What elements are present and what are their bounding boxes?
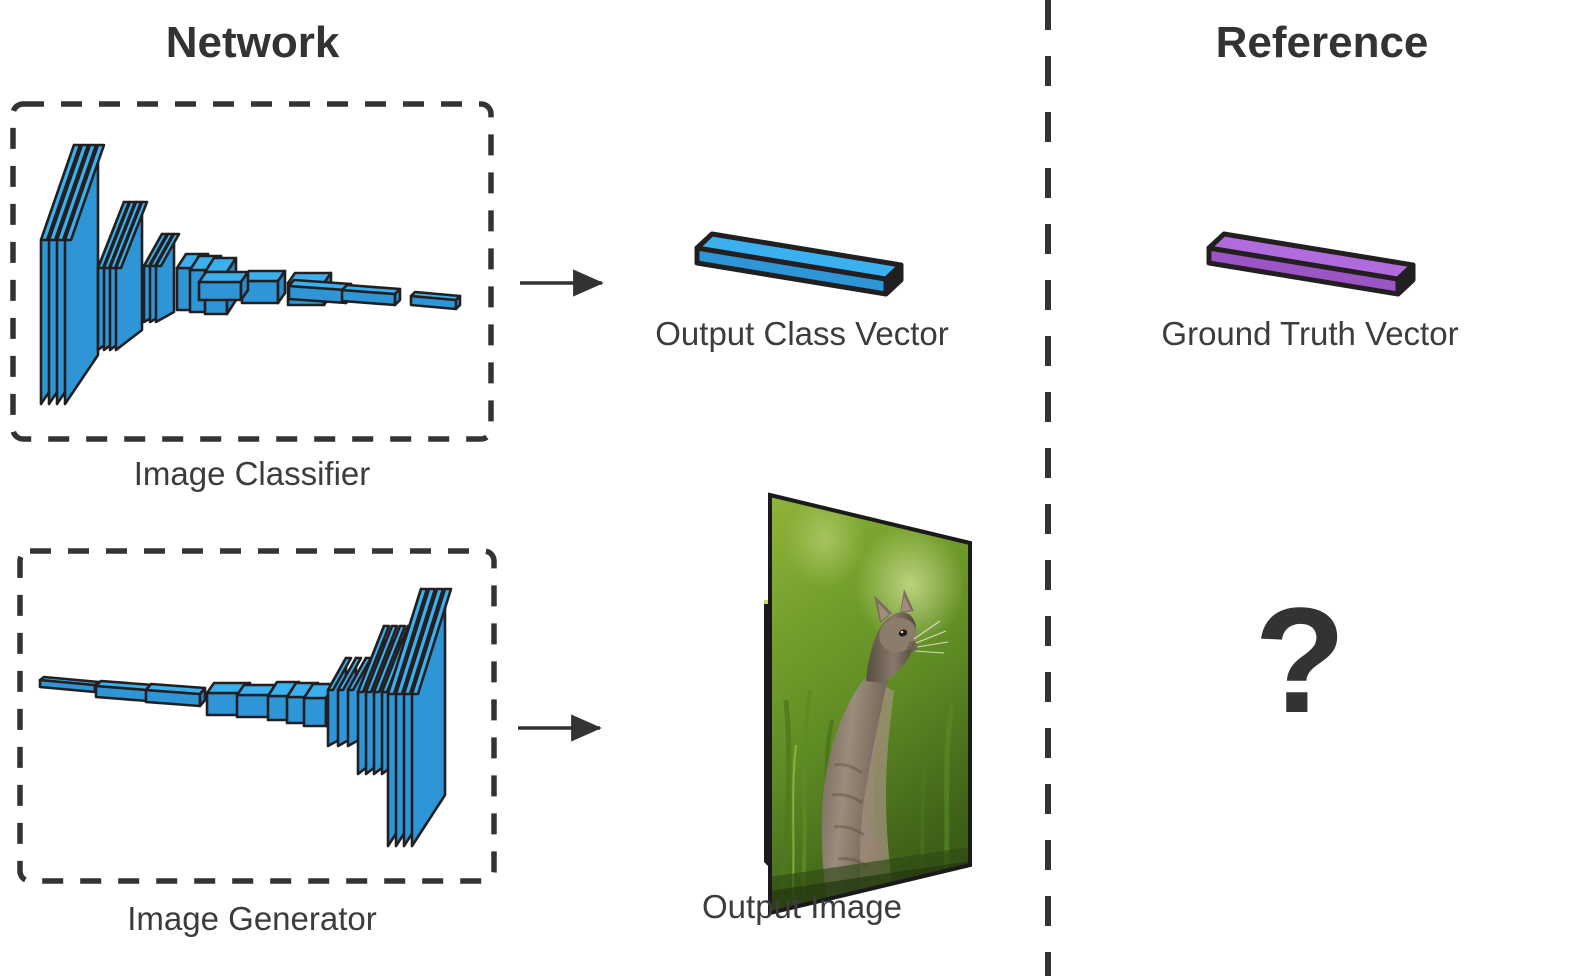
generator-network-graphic: [38, 587, 453, 848]
gen-fc-1: [38, 675, 101, 694]
fc-block-2: [340, 283, 402, 307]
ground-truth-vector-graphic: [1206, 231, 1416, 297]
conv-block-2: [96, 200, 149, 352]
output-class-vector-caption: Output Class Vector: [655, 315, 949, 352]
output-class-vector-graphic: [694, 231, 904, 297]
gen-fc-2: [94, 679, 155, 703]
image-classifier-caption: Image Classifier: [133, 455, 371, 492]
gen-block-2: [266, 680, 337, 728]
output-image-caption: Output Image: [702, 888, 902, 925]
gen-fc-3: [144, 682, 207, 708]
conv-block-1: [39, 143, 106, 406]
reference-column-title: Reference: [1215, 18, 1429, 67]
conv-block-6: [197, 270, 250, 302]
image-generator-caption: Image Generator: [127, 900, 377, 937]
classifier-network-graphic: [39, 143, 462, 406]
fc-block-3: [409, 290, 462, 311]
unknown-reference-question-mark: ?: [1254, 576, 1346, 744]
ground-truth-vector-caption: Ground Truth Vector: [1161, 315, 1459, 352]
network-column-title: Network: [165, 18, 340, 67]
output-image-graphic: [764, 492, 972, 916]
diagram-canvas: Network Reference Image Classifier Image…: [0, 0, 1588, 976]
conv-block-3: [142, 232, 181, 324]
